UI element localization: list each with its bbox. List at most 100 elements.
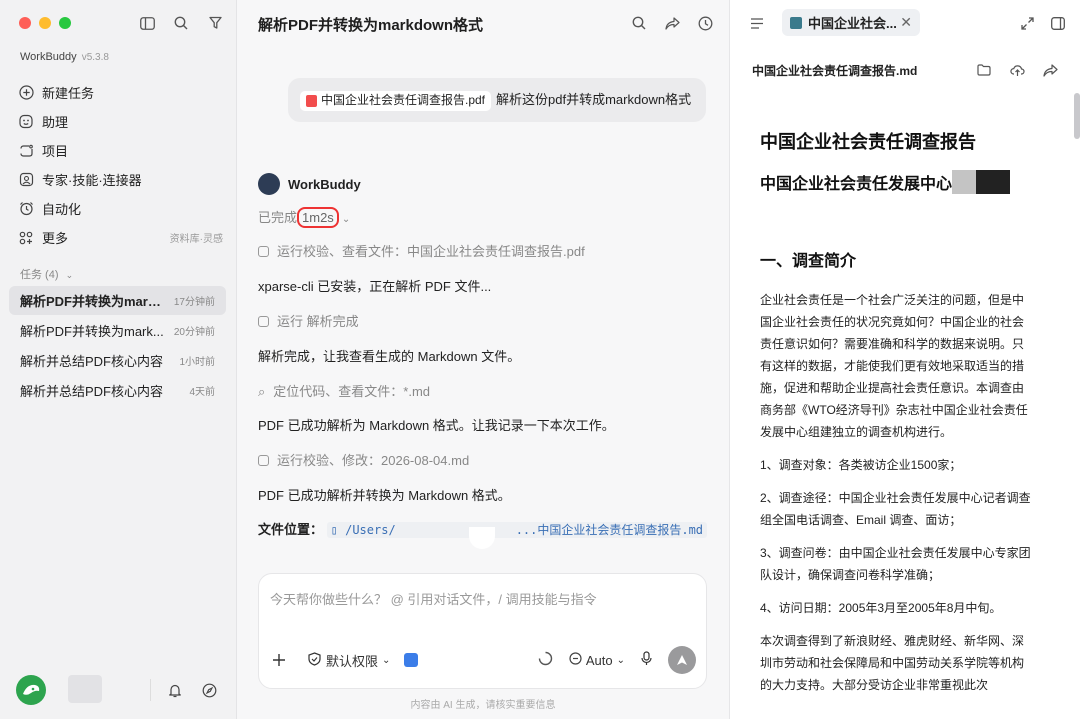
status-label: 已完成 (258, 210, 298, 225)
step-item[interactable]: 运行校验、修改：2026-08-04.md (258, 450, 469, 469)
task-time: 1小时前 (179, 357, 215, 368)
search-icon[interactable] (630, 14, 648, 32)
shield-check-icon (308, 651, 321, 669)
close-window-button[interactable] (19, 17, 31, 29)
close-icon[interactable]: ✕ (900, 14, 912, 31)
loading-spinner-icon (538, 651, 553, 669)
panel-icon[interactable] (1049, 14, 1067, 32)
doc-content: 中国企业社会责任调查报告 中国企业社会责任发展中心 一、调查简介 企业社会责任是… (760, 128, 1035, 707)
nav-item-new-task[interactable]: 新建任务 (18, 78, 223, 107)
bell-icon[interactable] (166, 681, 184, 699)
zoom-window-button[interactable] (59, 17, 71, 29)
folder-icon[interactable] (975, 61, 993, 79)
agent-name: WorkBuddy (288, 176, 361, 192)
doc-paragraph: 4、访问日期：2005年3月至2005年8月中旬。 (760, 601, 1002, 615)
task-time: 17分钟前 (173, 297, 215, 308)
nav-item-label: 更多 (42, 231, 69, 246)
app-version: v5.3.8 (81, 52, 109, 63)
upload-cloud-icon[interactable] (1008, 61, 1026, 79)
assistant-text: 解析完成，让我查看生成的 Markdown 文件。 (258, 349, 521, 364)
workbuddy-logo-icon (258, 173, 280, 195)
nav-item-label: 助理 (42, 115, 69, 130)
window-controls (19, 17, 71, 29)
step-text: 运行校验、修改：2026-08-04.md (277, 453, 470, 468)
send-button[interactable] (668, 646, 696, 674)
search-icon[interactable] (172, 14, 190, 32)
nav-item-label: 新建任务 (42, 86, 95, 101)
nav-item-extra[interactable]: 资料库·灵感 (170, 230, 223, 245)
redaction-block (976, 170, 1011, 194)
chevron-down-icon: ⌄ (341, 214, 351, 225)
search-icon: ⌕ (258, 384, 266, 399)
model-dropdown[interactable]: Auto ⌄ (569, 652, 625, 668)
history-icon[interactable] (696, 14, 714, 32)
pdf-icon (306, 94, 317, 107)
nav-item-experts[interactable]: 专家·技能·连接器 (18, 165, 223, 194)
grid-icon (18, 230, 34, 246)
sidebar: WorkBuddy v5.3.8 新建任务 助理 项目 专家·技能·连接器 自动… (0, 0, 237, 719)
share-icon[interactable] (663, 14, 681, 32)
task-item[interactable]: 解析并总结PDF核心内容 4天前 (9, 376, 226, 405)
app-name: WorkBuddy (20, 51, 77, 63)
terminal-icon (258, 316, 269, 327)
avatar[interactable] (16, 675, 46, 705)
doc-section-heading: 一、调查简介 (760, 253, 857, 270)
add-attachment-button[interactable] (272, 653, 286, 667)
doc-subtitle-text: 中国企业社会责任发展中心 (760, 176, 953, 193)
task-item[interactable]: 解析PDF并转换为mark... 17分钟前 (9, 286, 226, 315)
composer: 今天帮你做些什么？ @ 引用对话文件，/ 调用技能与指令 默认权限 ⌄ Auto… (258, 573, 707, 689)
tasks-header-label: 任务 (4) (20, 269, 59, 281)
doc-file-toolbar (975, 61, 1059, 79)
task-item[interactable]: 解析PDF并转换为mark... 20分钟前 (9, 316, 226, 345)
compass-icon[interactable] (200, 681, 218, 699)
chevron-down-icon: ⌄ (65, 270, 74, 280)
step-item[interactable]: ⌕ 定位代码、查看文件：*.md (258, 381, 430, 400)
alarm-icon (18, 201, 34, 217)
file-location-label: 文件位置： (258, 522, 324, 537)
user-name-placeholder[interactable] (68, 675, 102, 703)
attached-file-chip[interactable]: 中国企业社会责任调查报告.pdf (300, 90, 492, 111)
plus-circle-icon (18, 85, 34, 101)
sidebar-nav: 新建任务 助理 项目 专家·技能·连接器 自动化 更多 资料库·灵感 (18, 78, 223, 252)
status-line[interactable]: 已完成 1m2s ⌄ (258, 207, 350, 228)
microphone-icon[interactable] (641, 651, 652, 669)
scroll-to-bottom-button[interactable] (469, 527, 495, 549)
doc-paragraph: 本次调查得到了新浪财经、雅虎财经、新华网、深圳市劳动和社会保障局和中国劳动关系学… (760, 634, 1025, 692)
assistant-icon (18, 114, 34, 130)
sidebar-footer (16, 675, 221, 705)
chat-toolbar (630, 14, 714, 32)
nav-item-assistant[interactable]: 助理 (18, 107, 223, 136)
doc-tab[interactable]: 中国企业社会... ✕ (782, 9, 920, 36)
permission-label: 默认权限 (326, 653, 379, 669)
doc-title: 中国企业社会责任调查报告 (760, 132, 976, 152)
task-list: 解析PDF并转换为mark... 17分钟前 解析PDF并转换为mark... … (9, 286, 226, 406)
minimize-window-button[interactable] (39, 17, 51, 29)
expand-icon[interactable] (1018, 14, 1036, 32)
task-item[interactable]: 解析并总结PDF核心内容 1小时前 (9, 346, 226, 375)
nav-item-label: 专家·技能·连接器 (42, 173, 142, 188)
tasks-header[interactable]: 任务 (4) ⌄ (20, 266, 73, 282)
nav-item-automation[interactable]: 自动化 (18, 194, 223, 223)
composer-toolbar: 默认权限 ⌄ Auto ⌄ (272, 646, 696, 674)
nav-item-more[interactable]: 更多 资料库·灵感 (18, 223, 223, 252)
user-message: 中国企业社会责任调查报告.pdf 解析这份pdf并转成markdown格式 (288, 78, 706, 122)
step-item[interactable]: 运行 解析完成 (258, 311, 359, 330)
toggle-sidebar-icon[interactable] (138, 14, 156, 32)
permission-dropdown[interactable]: 默认权限 ⌄ (308, 651, 390, 670)
filter-icon[interactable] (206, 14, 224, 32)
user-message-text: 解析这份pdf并转成markdown格式 (496, 92, 692, 107)
arrow-up-icon (677, 655, 687, 665)
menu-icon[interactable] (748, 14, 766, 32)
share-icon[interactable] (1041, 61, 1059, 79)
step-item[interactable]: 运行校验、查看文件：中国企业社会责任调查报告.pdf (258, 241, 585, 260)
file-path-link[interactable]: ▯ /Users/ ...中国企业社会责任调查报告.md (326, 522, 708, 538)
nav-item-project[interactable]: 项目 (18, 136, 223, 165)
composer-input[interactable]: 今天帮你做些什么？ @ 引用对话文件，/ 调用技能与指令 (270, 589, 597, 608)
composer-right-tools: Auto ⌄ (538, 646, 696, 674)
doc-paragraph: 企业社会责任是一个社会广泛关注的问题，但是中国企业社会责任的状况究竟如何？中国企… (760, 293, 1028, 439)
sidebar-toolbar (138, 14, 224, 32)
model-label: Auto (585, 652, 613, 668)
chat-panel: 解析PDF并转换为markdown格式 中国企业社会责任调查报告.pdf 解析这… (237, 0, 729, 719)
skill-button[interactable] (404, 653, 419, 667)
scrollbar[interactable] (1074, 93, 1080, 139)
